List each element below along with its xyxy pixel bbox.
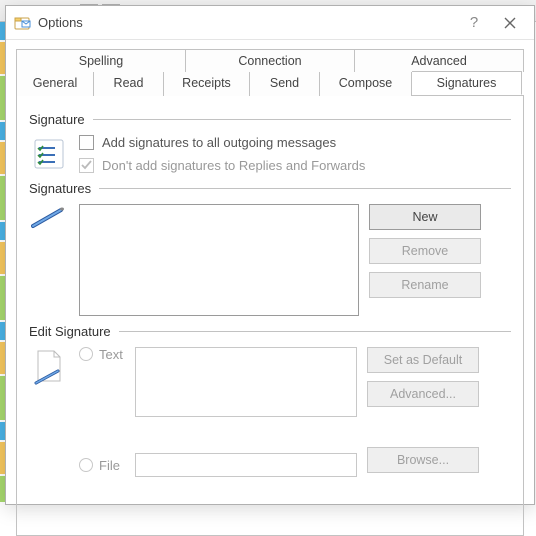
tab-connection[interactable]: Connection	[186, 49, 355, 72]
tab-receipts[interactable]: Receipts	[164, 72, 250, 96]
set-default-button: Set as Default	[367, 347, 479, 373]
titlebar: Options ?	[6, 6, 534, 40]
checkbox-icon	[79, 158, 94, 173]
remove-button: Remove	[369, 238, 481, 264]
section-signature: Signature Add signatures	[29, 112, 511, 173]
checkbox-no-replies-forwards: Don't add signatures to Replies and Forw…	[79, 158, 365, 173]
radio-text	[79, 347, 93, 361]
page-pen-icon	[29, 347, 69, 389]
tab-read[interactable]: Read	[94, 72, 164, 96]
pen-icon	[29, 204, 69, 230]
radio-text-label: Text	[99, 347, 129, 362]
window-title: Options	[38, 15, 456, 30]
advanced-button: Advanced...	[367, 381, 479, 407]
section-title-edit: Edit Signature	[29, 324, 111, 339]
tab-send[interactable]: Send	[250, 72, 320, 96]
tab-compose[interactable]: Compose	[320, 72, 412, 96]
options-icon	[14, 15, 32, 31]
section-signatures-list: Signatures New Remove Rename	[29, 181, 511, 316]
signature-text-input	[135, 347, 357, 417]
close-icon	[504, 17, 516, 29]
help-icon: ?	[470, 14, 478, 31]
browse-button: Browse...	[367, 447, 479, 473]
help-button[interactable]: ?	[456, 10, 492, 36]
options-dialog: Options ? Spelling Connection Advanced G…	[5, 5, 535, 505]
radio-file-label: File	[99, 458, 129, 473]
new-button[interactable]: New	[369, 204, 481, 230]
checkbox-icon	[79, 135, 94, 150]
signatures-listbox[interactable]	[79, 204, 359, 316]
checkbox-label: Don't add signatures to Replies and Forw…	[102, 158, 365, 173]
signature-section-icon	[29, 135, 69, 171]
rename-button: Rename	[369, 272, 481, 298]
section-title-signature: Signature	[29, 112, 85, 127]
checkbox-add-signatures[interactable]: Add signatures to all outgoing messages	[79, 135, 365, 150]
tab-panel-signatures: Signature Add signatures	[16, 96, 524, 536]
tab-general[interactable]: General	[16, 72, 94, 96]
tab-signatures[interactable]: Signatures	[412, 71, 522, 95]
section-title-signatures: Signatures	[29, 181, 91, 196]
checkbox-label: Add signatures to all outgoing messages	[102, 135, 336, 150]
tab-spelling[interactable]: Spelling	[16, 49, 186, 72]
tab-row-top: Spelling Connection Advanced	[16, 48, 524, 71]
section-edit-signature: Edit Signature Text	[29, 324, 511, 477]
signature-file-input	[135, 453, 357, 477]
radio-file	[79, 458, 93, 472]
tab-row-bottom: General Read Receipts Send Compose Signa…	[16, 71, 524, 95]
close-button[interactable]	[492, 10, 528, 36]
tab-advanced[interactable]: Advanced	[355, 49, 524, 72]
